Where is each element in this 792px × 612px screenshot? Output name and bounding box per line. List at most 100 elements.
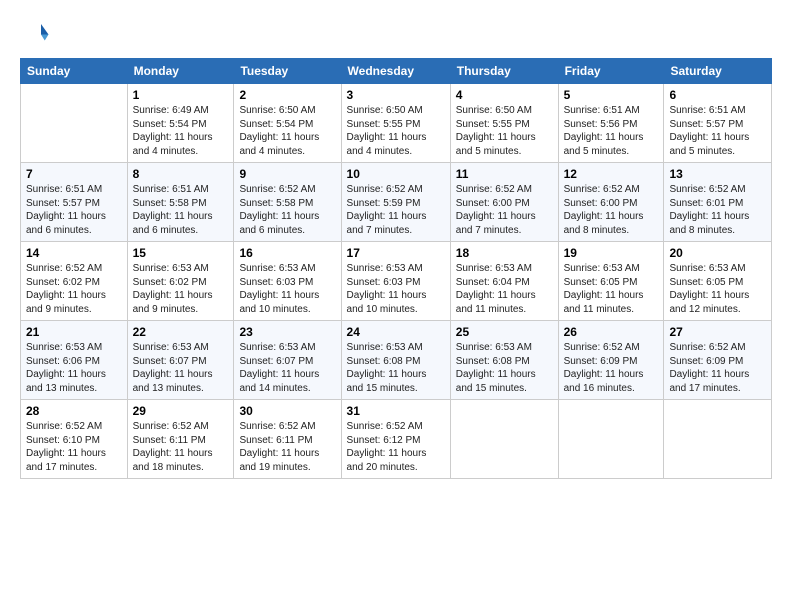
day-info: Sunrise: 6:53 AM Sunset: 6:06 PM Dayligh… [26,341,122,395]
day-info: Sunrise: 6:51 AM Sunset: 5:58 PM Dayligh… [133,183,229,237]
calendar-cell: 17 Sunrise: 6:53 AM Sunset: 6:03 PM Dayli… [341,242,450,321]
header [20,18,772,48]
calendar-cell [664,400,772,479]
calendar-cell: 11 Sunrise: 6:52 AM Sunset: 6:00 PM Dayli… [450,163,558,242]
day-info: Sunrise: 6:53 AM Sunset: 6:07 PM Dayligh… [239,341,335,395]
day-info: Sunrise: 6:52 AM Sunset: 6:09 PM Dayligh… [669,341,766,395]
day-info: Sunrise: 6:49 AM Sunset: 5:54 PM Dayligh… [133,104,229,158]
day-number: 21 [26,325,122,339]
day-number: 18 [456,246,553,260]
day-number: 30 [239,404,335,418]
logo [20,18,54,48]
day-info: Sunrise: 6:52 AM Sunset: 5:59 PM Dayligh… [347,183,445,237]
day-number: 22 [133,325,229,339]
day-info: Sunrise: 6:53 AM Sunset: 6:04 PM Dayligh… [456,262,553,316]
day-number: 14 [26,246,122,260]
day-info: Sunrise: 6:53 AM Sunset: 6:05 PM Dayligh… [669,262,766,316]
calendar-cell [21,84,128,163]
day-number: 31 [347,404,445,418]
calendar-cell: 26Sunrise: 6:52 AM Sunset: 6:09 PM Dayli… [558,321,664,400]
calendar-cell: 24Sunrise: 6:53 AM Sunset: 6:08 PM Dayli… [341,321,450,400]
weekday-header: Wednesday [341,59,450,84]
calendar-cell: 23 Sunrise: 6:53 AM Sunset: 6:07 PM Dayli… [234,321,341,400]
calendar-cell: 14 Sunrise: 6:52 AM Sunset: 6:02 PM Dayli… [21,242,128,321]
calendar-cell: 10Sunrise: 6:52 AM Sunset: 5:59 PM Dayli… [341,163,450,242]
day-number: 25 [456,325,553,339]
day-number: 17 [347,246,445,260]
calendar-cell: 25 Sunrise: 6:53 AM Sunset: 6:08 PM Dayli… [450,321,558,400]
weekday-header: Sunday [21,59,128,84]
day-info: Sunrise: 6:52 AM Sunset: 6:00 PM Dayligh… [456,183,553,237]
calendar-week-row: 7Sunrise: 6:51 AM Sunset: 5:57 PM Daylig… [21,163,772,242]
day-number: 29 [133,404,229,418]
calendar-cell: 8 Sunrise: 6:51 AM Sunset: 5:58 PM Daylig… [127,163,234,242]
day-number: 11 [456,167,553,181]
day-number: 23 [239,325,335,339]
calendar-cell: 31 Sunrise: 6:52 AM Sunset: 6:12 PM Dayli… [341,400,450,479]
day-info: Sunrise: 6:53 AM Sunset: 6:08 PM Dayligh… [456,341,553,395]
day-info: Sunrise: 6:53 AM Sunset: 6:03 PM Dayligh… [347,262,445,316]
calendar-cell: 1 Sunrise: 6:49 AM Sunset: 5:54 PM Daylig… [127,84,234,163]
calendar-header: SundayMondayTuesdayWednesdayThursdayFrid… [21,59,772,84]
day-info: Sunrise: 6:53 AM Sunset: 6:08 PM Dayligh… [347,341,445,395]
calendar-body: 1 Sunrise: 6:49 AM Sunset: 5:54 PM Daylig… [21,84,772,479]
day-info: Sunrise: 6:51 AM Sunset: 5:56 PM Dayligh… [564,104,659,158]
day-number: 27 [669,325,766,339]
day-number: 6 [669,88,766,102]
calendar-table: SundayMondayTuesdayWednesdayThursdayFrid… [20,58,772,479]
page: SundayMondayTuesdayWednesdayThursdayFrid… [0,0,792,612]
header-row: SundayMondayTuesdayWednesdayThursdayFrid… [21,59,772,84]
calendar-cell: 16 Sunrise: 6:53 AM Sunset: 6:03 PM Dayli… [234,242,341,321]
day-number: 13 [669,167,766,181]
day-number: 8 [133,167,229,181]
calendar-cell: 5 Sunrise: 6:51 AM Sunset: 5:56 PM Daylig… [558,84,664,163]
logo-icon [20,18,50,48]
calendar-cell: 18 Sunrise: 6:53 AM Sunset: 6:04 PM Dayli… [450,242,558,321]
calendar-cell: 30Sunrise: 6:52 AM Sunset: 6:11 PM Dayli… [234,400,341,479]
day-info: Sunrise: 6:52 AM Sunset: 6:11 PM Dayligh… [133,420,229,474]
calendar-cell: 12Sunrise: 6:52 AM Sunset: 6:00 PM Dayli… [558,163,664,242]
day-number: 16 [239,246,335,260]
day-info: Sunrise: 6:50 AM Sunset: 5:54 PM Dayligh… [239,104,335,158]
calendar-week-row: 14 Sunrise: 6:52 AM Sunset: 6:02 PM Dayli… [21,242,772,321]
weekday-header: Saturday [664,59,772,84]
calendar-week-row: 1 Sunrise: 6:49 AM Sunset: 5:54 PM Daylig… [21,84,772,163]
day-info: Sunrise: 6:50 AM Sunset: 5:55 PM Dayligh… [456,104,553,158]
weekday-header: Tuesday [234,59,341,84]
day-info: Sunrise: 6:53 AM Sunset: 6:03 PM Dayligh… [239,262,335,316]
calendar-cell: 2 Sunrise: 6:50 AM Sunset: 5:54 PM Daylig… [234,84,341,163]
calendar-cell: 9 Sunrise: 6:52 AM Sunset: 5:58 PM Daylig… [234,163,341,242]
day-info: Sunrise: 6:52 AM Sunset: 6:01 PM Dayligh… [669,183,766,237]
weekday-header: Thursday [450,59,558,84]
calendar-cell: 21 Sunrise: 6:53 AM Sunset: 6:06 PM Dayli… [21,321,128,400]
day-number: 1 [133,88,229,102]
day-number: 9 [239,167,335,181]
day-number: 28 [26,404,122,418]
calendar-week-row: 28Sunrise: 6:52 AM Sunset: 6:10 PM Dayli… [21,400,772,479]
day-number: 2 [239,88,335,102]
day-info: Sunrise: 6:52 AM Sunset: 6:02 PM Dayligh… [26,262,122,316]
day-number: 5 [564,88,659,102]
day-info: Sunrise: 6:53 AM Sunset: 6:02 PM Dayligh… [133,262,229,316]
day-info: Sunrise: 6:50 AM Sunset: 5:55 PM Dayligh… [347,104,445,158]
calendar-cell: 13 Sunrise: 6:52 AM Sunset: 6:01 PM Dayli… [664,163,772,242]
calendar-cell: 15Sunrise: 6:53 AM Sunset: 6:02 PM Dayli… [127,242,234,321]
calendar-cell: 28Sunrise: 6:52 AM Sunset: 6:10 PM Dayli… [21,400,128,479]
calendar-cell: 7Sunrise: 6:51 AM Sunset: 5:57 PM Daylig… [21,163,128,242]
weekday-header: Monday [127,59,234,84]
day-info: Sunrise: 6:52 AM Sunset: 6:12 PM Dayligh… [347,420,445,474]
calendar-cell: 19Sunrise: 6:53 AM Sunset: 6:05 PM Dayli… [558,242,664,321]
weekday-header: Friday [558,59,664,84]
day-number: 4 [456,88,553,102]
calendar-cell: 22 Sunrise: 6:53 AM Sunset: 6:07 PM Dayli… [127,321,234,400]
day-info: Sunrise: 6:52 AM Sunset: 5:58 PM Dayligh… [239,183,335,237]
calendar-cell: 3 Sunrise: 6:50 AM Sunset: 5:55 PM Daylig… [341,84,450,163]
calendar-week-row: 21 Sunrise: 6:53 AM Sunset: 6:06 PM Dayli… [21,321,772,400]
calendar-cell: 27 Sunrise: 6:52 AM Sunset: 6:09 PM Dayli… [664,321,772,400]
day-info: Sunrise: 6:52 AM Sunset: 6:00 PM Dayligh… [564,183,659,237]
day-info: Sunrise: 6:51 AM Sunset: 5:57 PM Dayligh… [26,183,122,237]
day-info: Sunrise: 6:53 AM Sunset: 6:07 PM Dayligh… [133,341,229,395]
calendar-cell [558,400,664,479]
day-number: 3 [347,88,445,102]
day-number: 26 [564,325,659,339]
